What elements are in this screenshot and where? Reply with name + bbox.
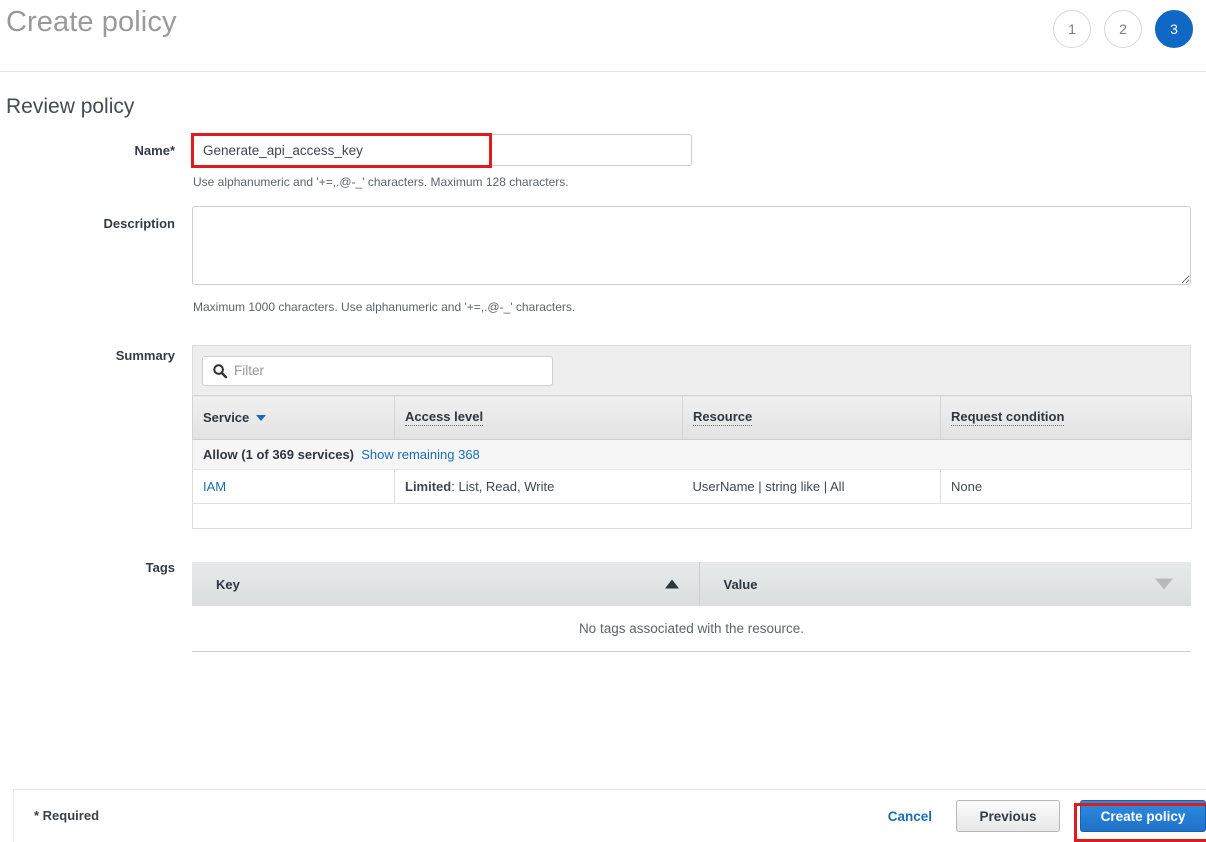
summary-panel: Service Access level Resource [192,345,1192,529]
show-remaining-services-link[interactable]: Show remaining 368 [361,447,480,462]
section-title: Review policy [6,95,135,118]
summary-column-access-level[interactable]: Access level [394,395,683,440]
summary-filter-input[interactable] [228,362,552,379]
cancel-button[interactable]: Cancel [888,809,932,824]
summary-column-request-condition-label: Request condition [951,409,1065,426]
tags-column-key-label: Key [216,576,240,592]
caret-down-icon [256,414,267,421]
summary-table-footer-spacer [192,503,1192,529]
tags-column-value[interactable]: Value [699,562,1191,606]
summary-column-resource[interactable]: Resource [682,395,941,440]
tags-column-key[interactable]: Key [192,562,700,606]
footer-actions: Cancel Previous Create policy [888,800,1206,832]
tags-empty-row: No tags associated with the resource. [192,606,1191,652]
create-policy-page: Create policy 1 2 3 Review policy Name* … [0,0,1206,842]
summary-column-request-condition[interactable]: Request condition [940,395,1192,440]
summary-filter-box[interactable] [202,355,553,386]
wizard-step-1[interactable]: 1 [1053,10,1091,48]
tags-table: Key Value No tags associated with the re… [192,562,1191,669]
service-link-iam[interactable]: IAM [203,479,226,494]
create-policy-button[interactable]: Create policy [1080,800,1206,832]
summary-column-service[interactable]: Service [192,395,395,440]
triangle-down-icon [1155,578,1173,590]
summary-toolbar [192,345,1191,395]
required-note: * Required [34,808,100,823]
summary-table-header-row: Service Access level Resource Request co… [192,395,1192,440]
tags-panel: Key Value No tags associated with the re… [192,562,1191,669]
triangle-up-icon [664,579,679,589]
wizard-step-2[interactable]: 2 [1104,10,1142,48]
summary-column-resource-label: Resource [693,409,753,426]
summary-group-row: Allow (1 of 369 services) Show remaining… [192,439,1192,470]
request-condition-value: None [940,469,1192,504]
policy-name-input[interactable] [192,134,692,166]
tags-empty-message: No tags associated with the resource. [192,606,1191,652]
summary-column-service-label: Service [203,410,250,425]
tags-column-value-label: Value [723,576,758,592]
wizard-step-indicator: 1 2 3 [1053,10,1193,48]
tags-label: Tags [145,560,175,575]
access-level-value: : List, Read, Write [451,479,555,494]
access-level-prefix: Limited [405,479,452,494]
policy-description-input[interactable] [192,206,1191,285]
page-footer: * Required Cancel Previous Create policy [13,789,1206,842]
description-label: Description [103,216,175,231]
summary-group-effect: Allow (1 of 369 services) [203,447,355,462]
summary-table: Service Access level Resource Request co… [192,395,1192,529]
tags-table-header-row: Key Value [192,562,1191,606]
summary-column-access-level-label: Access level [405,409,484,426]
previous-button[interactable]: Previous [956,800,1060,832]
page-title: Create policy [6,6,177,38]
search-icon [213,363,228,378]
resource-value: UserName | string like | All [682,469,941,504]
name-helper-text: Use alphanumeric and '+=,.@-_' character… [193,175,569,189]
page-header: Create policy 1 2 3 [0,0,1206,72]
tags-table-footer-spacer [192,651,1191,669]
name-label: Name* [134,143,175,158]
summary-label: Summary [115,348,175,363]
description-helper-text: Maximum 1000 characters. Use alphanumeri… [193,300,576,314]
table-row: IAM Limited: List, Read, Write UserName … [192,469,1192,504]
wizard-step-3[interactable]: 3 [1155,10,1193,48]
